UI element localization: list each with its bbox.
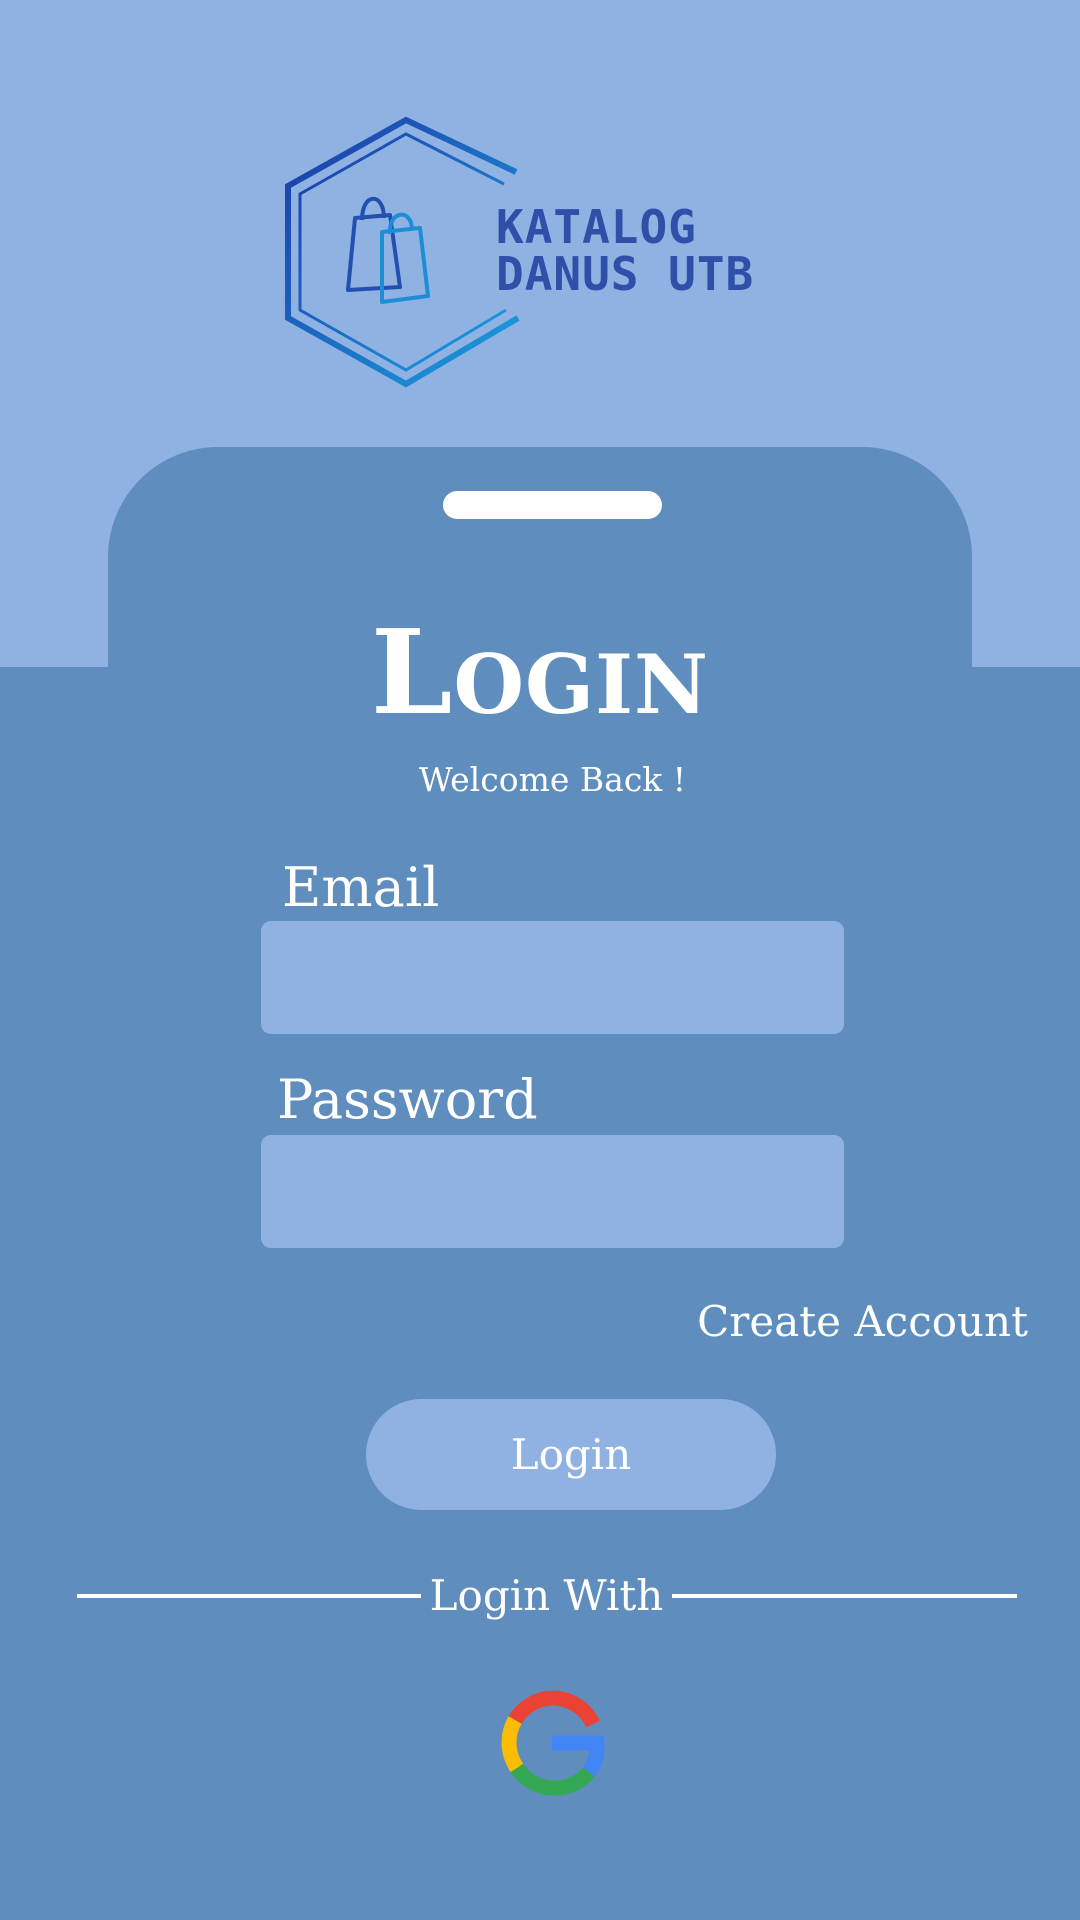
logo-text-line1: KATALOG [496,200,697,254]
logo-text: KATALOG DANUS UTB [496,204,754,298]
password-label: Password [277,1068,538,1131]
drag-handle[interactable] [443,491,662,519]
logo-text-line2: DANUS UTB [496,247,755,301]
create-account-link[interactable]: Create Account [697,1297,1028,1347]
divider-right [672,1594,1017,1598]
google-login-button[interactable] [493,1684,611,1802]
email-field[interactable] [261,921,844,1034]
welcome-subtitle: Welcome Back ! [418,760,687,799]
email-label: Email [282,856,440,919]
login-with-label: Login With [429,1571,664,1620]
password-field[interactable] [261,1135,844,1248]
login-button[interactable]: Login [366,1399,776,1510]
google-icon [501,1690,605,1796]
divider-left [77,1594,421,1598]
page-title: Login [370,605,710,741]
app-logo: KATALOG DANUS UTB [280,112,800,392]
